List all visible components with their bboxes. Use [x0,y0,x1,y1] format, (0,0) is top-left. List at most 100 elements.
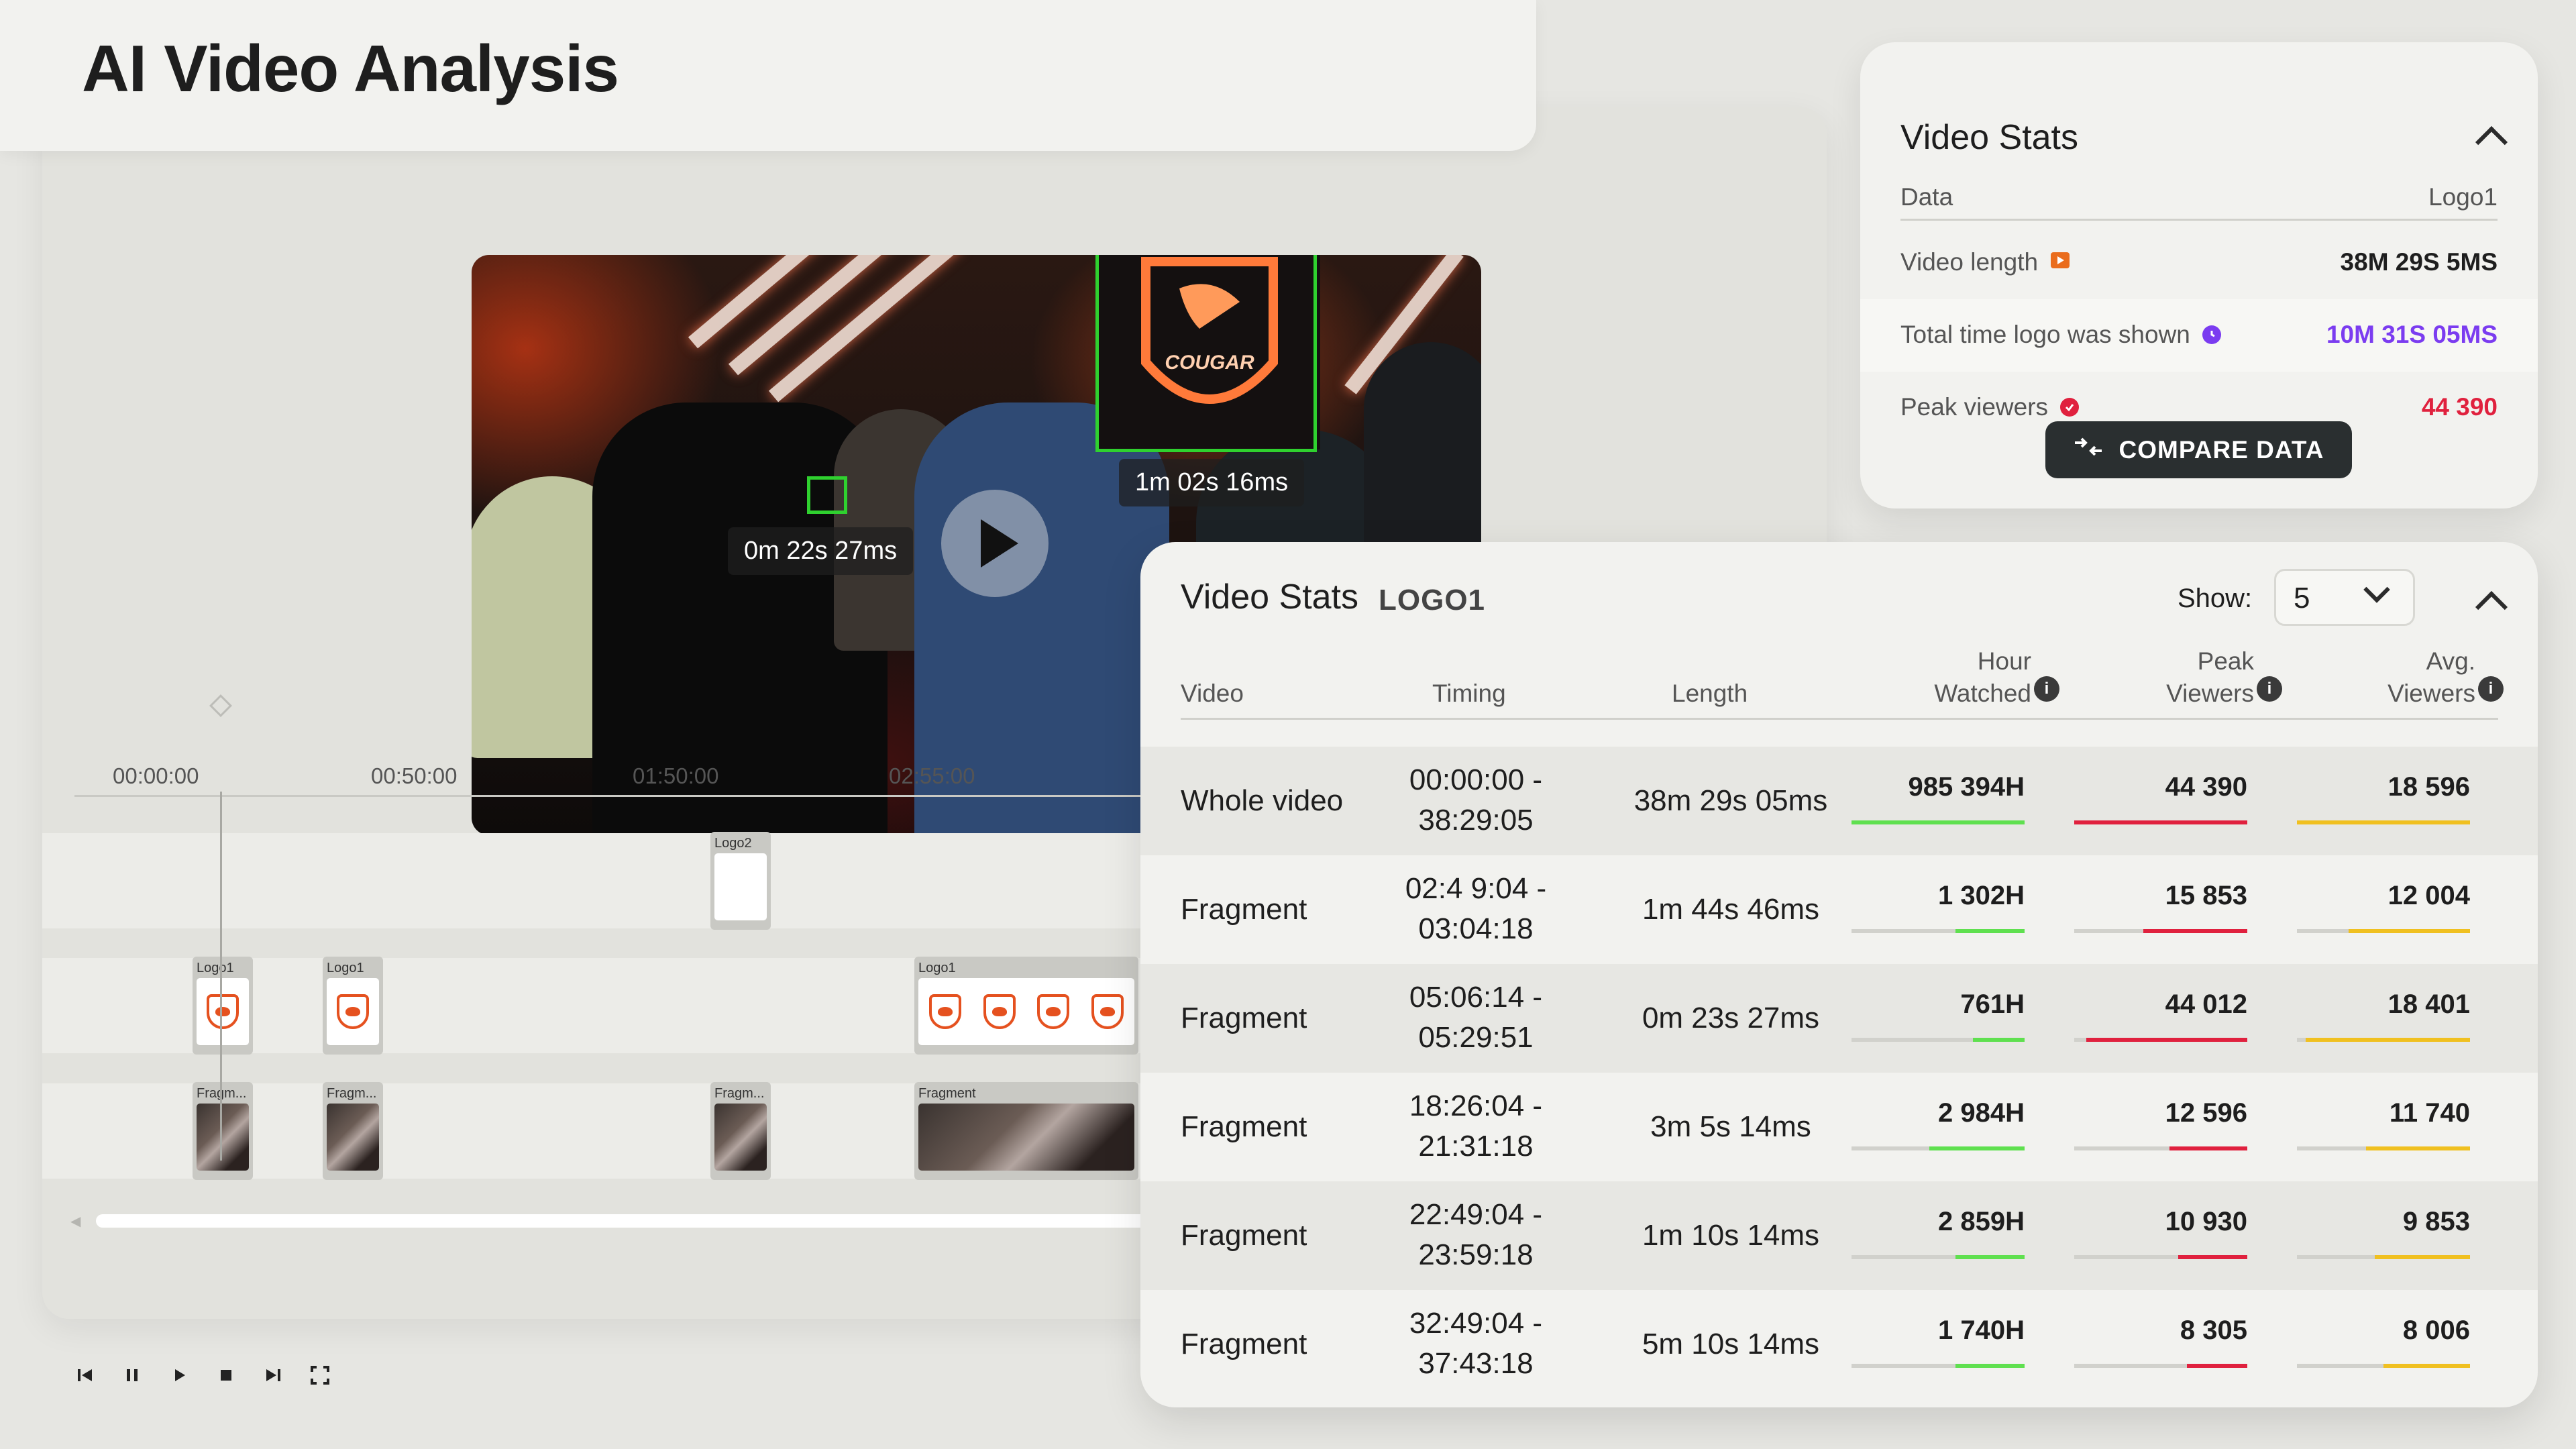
scroll-left-arrow-icon[interactable]: ◀ [70,1213,80,1230]
clip-label: Fragm... [197,1086,249,1104]
peak-viewers-bar [2074,929,2247,933]
timing-start: 32:49:04 - [1409,1307,1543,1340]
cell-length: 3m 5s 14ms [1650,1110,1811,1143]
table-row[interactable]: Fragment 22:49:04 - 23:59:18 1m 10s 14ms 2 8… [1140,1181,2538,1290]
avg-viewers-bar-fill [2375,1255,2470,1259]
timing-end: 21:31:18 [1418,1130,1534,1163]
stat-label: Video length [1900,248,2039,276]
cougar-shield-icon [1091,994,1124,1029]
cell-length: 1m 44s 46ms [1642,893,1820,926]
detection-box-small[interactable] [807,476,847,514]
hour-watched-bar-fill [1955,1255,2025,1259]
cell-video: Fragment [1181,1110,1307,1143]
timing-start: 22:49:04 - [1409,1198,1543,1231]
avg-viewers-bar [2297,1364,2470,1368]
cell-length: 1m 10s 14ms [1642,1219,1820,1252]
column-header-timing: Timing [1432,680,1506,707]
clip-logo1[interactable]: Logo1 [914,957,1138,1055]
check-badge-icon [2060,398,2080,417]
stat-value: 44 390 [2421,393,2498,421]
show-count-select[interactable]: 5 [2274,569,2415,626]
clip-fragment[interactable]: Fragm... [193,1082,253,1180]
collapse-chevron-icon[interactable] [2475,125,2508,159]
peak-viewers-bar-fill [2086,1038,2247,1042]
avg-viewers-bar [2297,929,2470,933]
table-row[interactable]: Fragment 05:06:14 - 05:29:51 0m 23s 27ms 761… [1140,964,2538,1073]
avg-viewers-bar-fill [2383,1364,2470,1368]
coca-cola-thumbnail: Coca-Cola [714,853,767,920]
column-header-peak-viewers: Peak Viewers [2166,647,2254,707]
timing-start: 02:4 9:04 - [1405,872,1547,905]
timing-end: 03:04:18 [1418,912,1534,945]
clip-logo2[interactable]: Logo2 Coca-Cola [710,832,771,930]
skip-back-icon[interactable] [72,1362,99,1389]
cell-timing: 32:49:04 - 37:43:18 [1355,1303,1597,1384]
timeline-track-logo2 [42,833,1142,928]
timeline-scrollbar[interactable] [96,1214,1183,1228]
peak-viewers-bar [2074,820,2247,824]
cell-hour-watched: 761H [1960,989,2025,1019]
cell-timing: 02:4 9:04 - 03:04:18 [1355,869,1597,949]
pause-icon[interactable] [119,1362,146,1389]
stats-header-row: Data Logo1 [1900,183,2498,221]
peak-viewers-bar [2074,1364,2247,1368]
stop-icon[interactable] [213,1362,239,1389]
clip-label: Logo2 [714,836,752,851]
clip-fragment[interactable]: Fragm... [323,1082,383,1180]
detection-box-large[interactable] [1095,255,1317,452]
neon-stripe [768,255,963,402]
table-row[interactable]: Fragment 18:26:04 - 21:31:18 3m 5s 14ms 2 98… [1140,1073,2538,1181]
video-stats-card: Video Stats Data Logo1 Video length 38M … [1860,42,2538,508]
timing-end: 38:29:05 [1418,804,1534,837]
hour-watched-bar [1851,929,2025,933]
clip-fragment[interactable]: Fragment [914,1082,1138,1180]
clip-label: Fragment [918,1086,976,1101]
table-row[interactable]: Whole video 00:00:00 - 38:29:05 38m 29s 05m… [1140,747,2538,855]
cell-peak-viewers: 15 853 [2165,881,2247,910]
cell-peak-viewers: 10 930 [2165,1207,2247,1236]
cougar-thumbnail [197,978,249,1045]
clip-logo1[interactable]: Logo1 [323,957,383,1055]
timing-end: 37:43:18 [1418,1347,1534,1380]
clip-fragment[interactable]: Fragm... [710,1082,771,1180]
ruler-label: 00:50:00 [371,763,458,788]
timing-start: 05:06:14 - [1409,981,1543,1014]
title-bar: AI Video Analysis [0,0,1536,151]
stat-row-logo-time: Total time logo was shown 10M 31S 05MS [1860,299,2538,372]
cougar-shield-icon [207,994,239,1029]
play-control-icon[interactable] [166,1362,193,1389]
fullscreen-icon[interactable] [307,1362,333,1389]
compare-data-button[interactable]: COMPARE DATA [2045,421,2352,478]
info-icon[interactable]: i [2034,676,2059,702]
cell-peak-viewers: 8 305 [2180,1316,2247,1345]
peak-viewers-bar [2074,1255,2247,1259]
avg-viewers-bar-fill [2349,929,2470,933]
cell-timing: 22:49:04 - 23:59:18 [1355,1195,1597,1275]
table-subtitle: LOGO1 [1379,584,1486,616]
timing-end: 05:29:51 [1418,1021,1534,1054]
peak-viewers-bar-fill [2186,1364,2247,1368]
play-button[interactable] [941,490,1049,597]
stat-value: 38M 29S 5MS [2340,248,2498,276]
play-icon [981,519,1018,568]
cell-hour-watched: 1 302H [1938,881,2025,910]
cell-avg-viewers: 18 596 [2387,772,2470,802]
stat-value: 10M 31S 05MS [2326,321,2498,348]
info-icon[interactable]: i [2478,676,2504,702]
hour-watched-bar-fill [1955,1364,2025,1368]
collapse-chevron-icon[interactable] [2475,590,2508,624]
column-header-avg-viewers: Avg. Viewers [2387,647,2475,707]
cell-peak-viewers: 12 596 [2165,1098,2247,1128]
info-icon[interactable]: i [2257,676,2282,702]
cell-avg-viewers: 9 853 [2402,1207,2470,1236]
chevron-down-icon [2363,576,2390,603]
clip-logo1[interactable]: Logo1 [193,957,253,1055]
table-row[interactable]: Fragment 32:49:04 - 37:43:18 5m 10s 14ms 1 7… [1140,1290,2538,1399]
playhead-handle[interactable] [209,694,232,717]
skip-forward-icon[interactable] [260,1362,286,1389]
cougar-thumbnail [327,978,379,1045]
cell-timing: 18:26:04 - 21:31:18 [1355,1086,1597,1167]
hour-watched-bar-fill [1972,1038,2025,1042]
cell-avg-viewers: 11 740 [2389,1098,2470,1128]
table-row[interactable]: Fragment 02:4 9:04 - 03:04:18 1m 44s 46ms 1 … [1140,855,2538,964]
